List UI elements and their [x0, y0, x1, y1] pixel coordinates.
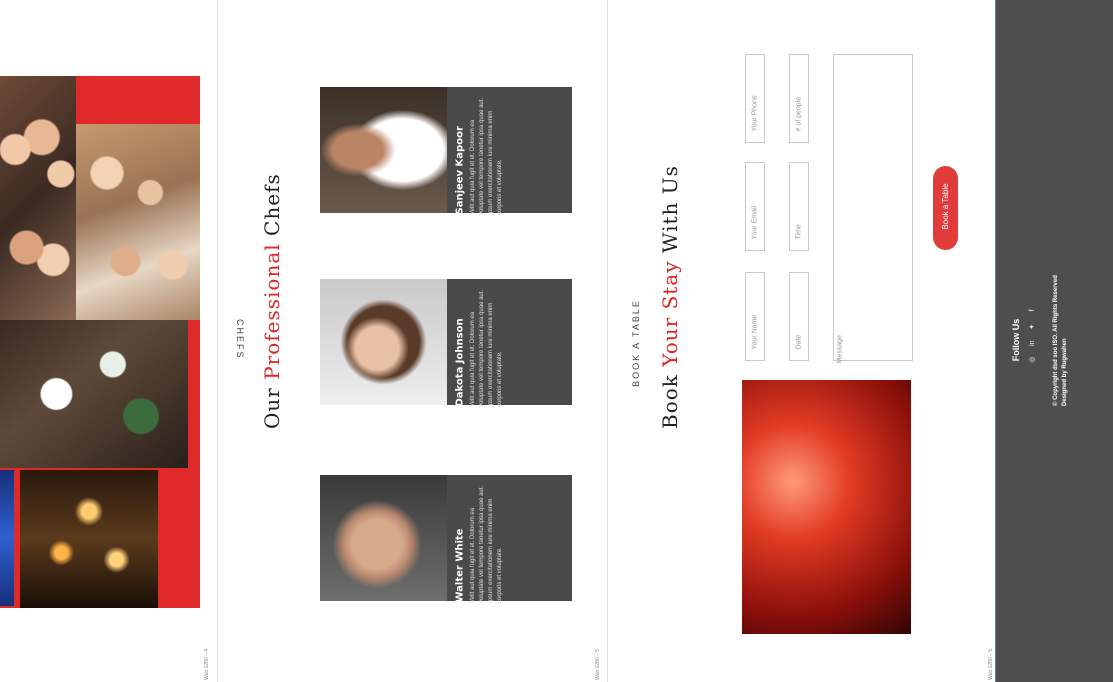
chef-bio: Velit aut quia fugit et et. Dolorum ea v… [470, 289, 503, 407]
chef-photo-sanjeev-kapoor [320, 87, 447, 213]
follow-us-title: Follow Us [1011, 318, 1021, 362]
chefs-title-suffix: Chefs [260, 173, 284, 236]
designed-by-text: Designed by Rugwahen [1062, 338, 1068, 406]
frame-label: Web 1280 – 4 [204, 648, 210, 680]
chef-bio: Velit aut quia fugit et et. Dolorum ea v… [470, 97, 503, 215]
linkedin-icon[interactable]: in [1029, 339, 1037, 347]
frame-label: Web 1280 – 5 [988, 648, 994, 680]
booking-title-suffix: With Us [658, 165, 682, 254]
date-placeholder: Date [795, 334, 803, 350]
frame-divider [217, 0, 218, 682]
phone-placeholder: Your Phone [751, 95, 759, 132]
chef-photo-dakota-johnson [320, 279, 447, 405]
twitter-icon[interactable]: ✦ [1029, 323, 1037, 331]
chef-name: Walter White [454, 528, 466, 603]
time-placeholder: Time [795, 224, 803, 240]
chefs-title-prefix: Our [260, 387, 284, 429]
booking-kicker: BOOK A TABLE [631, 299, 641, 387]
chef-photo-walter-white [320, 475, 447, 601]
gallery-photo-friends-toasting [76, 124, 200, 320]
people-field[interactable]: # of people [789, 54, 809, 143]
copyright-block: © Copyright dsd soo ISO. All Rights Rese… [1052, 256, 1070, 406]
message-field[interactable]: Message [833, 54, 913, 364]
name-field[interactable]: Your Name [745, 272, 765, 361]
booking-kicker-wrap: BOOK A TABLE [626, 299, 646, 390]
facebook-icon[interactable]: f [1029, 306, 1037, 314]
booking-restaurant-photo [742, 380, 911, 634]
chef-card-dakota-johnson: Dakota Johnson Velit aut quia fugit et e… [447, 279, 572, 407]
phone-field[interactable]: Your Phone [745, 54, 765, 143]
gallery-photo-party-left [0, 76, 76, 321]
chef-card-walter-white: Walter White Velit aut quia fugit et et.… [447, 475, 572, 603]
book-table-button[interactable]: Book a Table [933, 166, 958, 250]
name-placeholder: Your Name [751, 314, 759, 350]
chefs-kicker: CHEFS [235, 319, 245, 360]
chefs-title-accent: Professional [260, 243, 284, 380]
instagram-icon[interactable]: ◎ [1029, 356, 1037, 364]
chefs-title: Our Professional Chefs [258, 173, 288, 432]
gallery-photo-blue [0, 470, 14, 606]
footer: Follow Us ◎ in ✦ f © Copyright dsd soo I… [996, 0, 1113, 682]
booking-title: Book Your Stay With Us [656, 165, 686, 432]
frame-label: Web 1280 – 5 [595, 648, 601, 680]
booking-title-accent: Your Stay [658, 260, 682, 367]
message-placeholder: Message [836, 335, 844, 364]
booking-title-prefix: Book [658, 374, 682, 429]
gallery-photo-bar [20, 470, 158, 608]
time-field[interactable]: Time [789, 162, 809, 251]
chef-name: Dakota Johnson [454, 318, 466, 407]
email-field[interactable]: Your Email [745, 162, 765, 251]
chef-card-sanjeev-kapoor: Sanjeev Kapoor Velit aut quia fugit et e… [447, 87, 572, 215]
social-icons: ◎ in ✦ f [1021, 299, 1036, 371]
email-placeholder: Your Email [751, 205, 759, 240]
chef-bio: Velit aut quia fugit et et. Dolorum ea v… [470, 485, 503, 603]
people-placeholder: # of people [795, 96, 803, 132]
chef-name: Sanjeev Kapoor [454, 126, 466, 215]
copyright-text: © Copyright dsd soo ISO. All Rights Rese… [1053, 275, 1059, 406]
frame-divider [607, 0, 608, 682]
book-table-button-label: Book a Table [941, 183, 950, 230]
gallery-photo-dinner-table [0, 320, 188, 468]
date-field[interactable]: Date [789, 272, 809, 361]
